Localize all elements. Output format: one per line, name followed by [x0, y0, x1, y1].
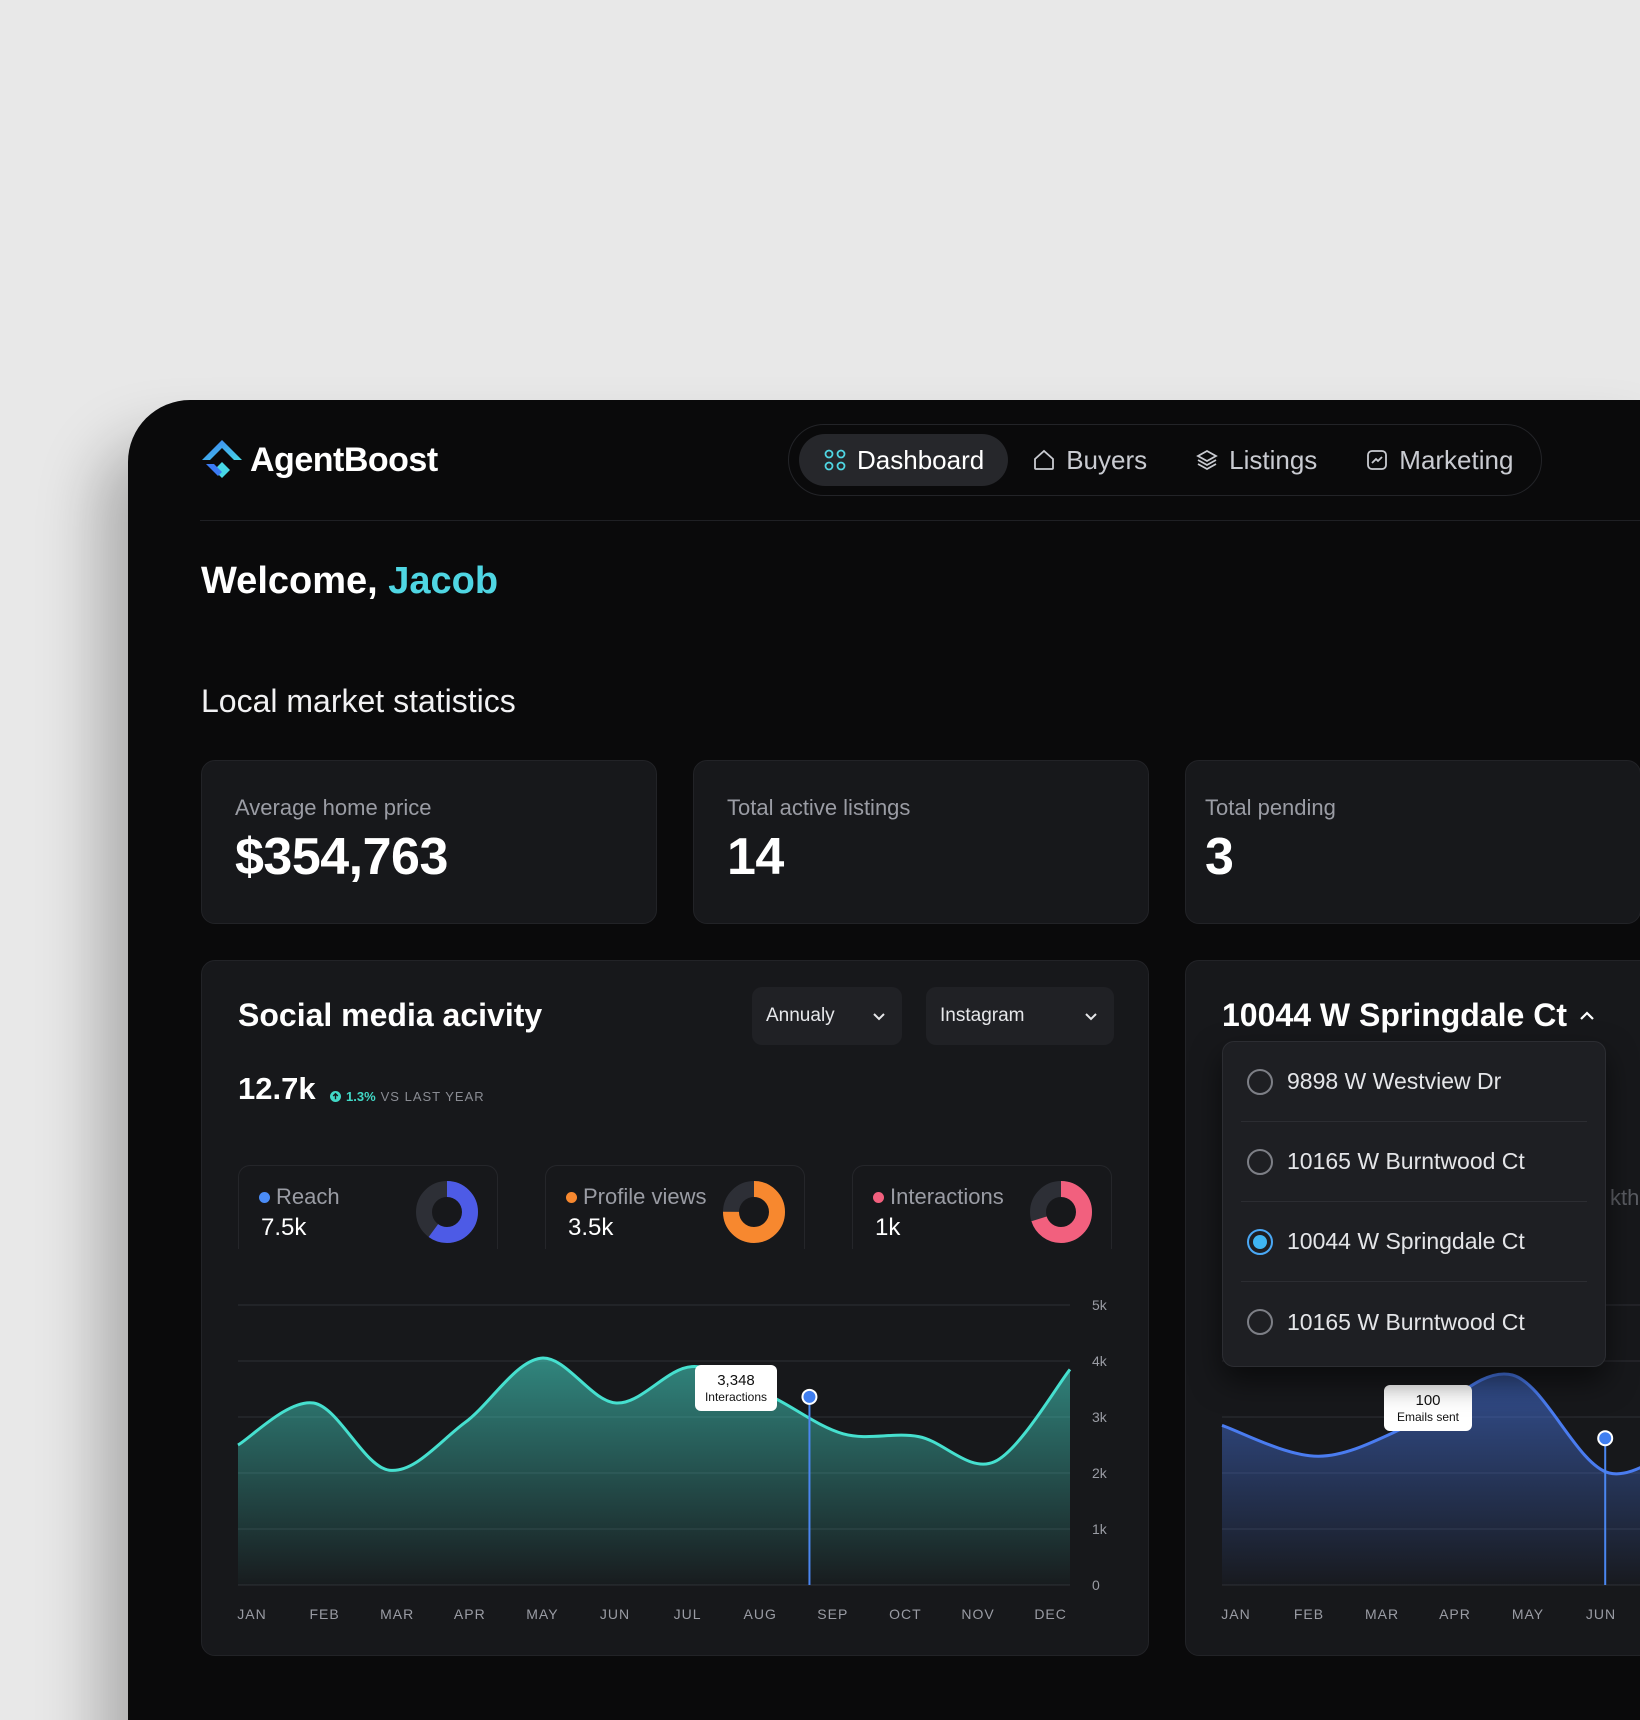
x-tick-label: APR [1439, 1606, 1471, 1622]
radio-button[interactable] [1247, 1148, 1273, 1175]
nav-dashboard[interactable]: Dashboard [799, 434, 1009, 486]
grid-icon [824, 449, 846, 471]
listing-panel: JANFEBMARAPRMAYJUN 100 Emails sent kthr … [1185, 960, 1640, 1656]
y-tick-label: 2k [1092, 1465, 1108, 1481]
stat-card-total-pending: Total pending 3 [1185, 760, 1640, 924]
app-window: AgentBoost Dashboard Buyers Listings Mar… [128, 400, 1640, 1720]
nav-buyers[interactable]: Buyers [1008, 434, 1171, 486]
tooltip-label: Emails sent [1396, 1410, 1460, 1424]
user-name: Jacob [388, 560, 499, 602]
app-name: AgentBoost [250, 440, 438, 479]
x-tick-label: MAY [1512, 1606, 1544, 1622]
section-title: Local market statistics [201, 683, 516, 719]
y-tick-label: 1k [1092, 1521, 1108, 1537]
listing-title: 10044 W Springdale Ct [1222, 997, 1567, 1033]
option-label: 10165 W Burntwood Ct [1287, 1308, 1525, 1335]
radio-button[interactable] [1247, 1068, 1273, 1095]
nav-listings-label: Listings [1229, 444, 1318, 475]
listing-option[interactable]: 10165 W Burntwood Ct [1241, 1122, 1587, 1202]
stat-value: 14 [727, 828, 784, 886]
social-activity-chart: 0 1k 2k 3k 4k 5k JAN FEB MAR APR MAY JUN JUL AUG SEP OC… [237, 1297, 1108, 1622]
x-tick-label: NOV [961, 1606, 994, 1622]
x-tick-label: FEB [1294, 1606, 1324, 1622]
x-tick-label: JUL [674, 1606, 702, 1622]
highlight-point[interactable] [801, 1388, 818, 1405]
chevron-up-icon [1580, 1010, 1594, 1020]
radio-button-selected[interactable] [1247, 1228, 1273, 1255]
listing-option[interactable]: 10044 W Springdale Ct [1241, 1202, 1587, 1282]
option-label: 10165 W Burntwood Ct [1287, 1148, 1525, 1174]
nav-dashboard-label: Dashboard [857, 444, 985, 475]
social-media-panel: Social media acivity Annualy Instagram 1… [201, 960, 1149, 1656]
x-tick-label: FEB [309, 1606, 339, 1622]
tooltip-label: Interactions [704, 1390, 768, 1404]
x-tick-label: JAN [1221, 1606, 1250, 1622]
logo[interactable]: AgentBoost [200, 438, 438, 482]
x-tick-label: MAR [1365, 1606, 1399, 1622]
stat-card-average-price: Average home price $354,763 [201, 760, 657, 924]
chart-tooltip: 3,348 Interactions [695, 1365, 777, 1412]
y-tick-label: 5k [1092, 1297, 1108, 1313]
x-tick-label: OCT [889, 1606, 922, 1622]
stat-card-active-listings: Total active listings 14 [693, 760, 1149, 924]
nav-marketing[interactable]: Marketing [1341, 434, 1537, 486]
home-icon [1034, 449, 1055, 470]
stat-label: Total active listings [727, 795, 911, 820]
x-tick-label: MAY [526, 1606, 558, 1622]
welcome-heading: Welcome, Jacob [201, 560, 498, 603]
y-tick-label: 4k [1092, 1353, 1108, 1369]
stat-value: $354,763 [235, 828, 448, 886]
stat-label: Average home price [235, 795, 432, 820]
nav-marketing-label: Marketing [1399, 444, 1514, 475]
option-label: 9898 W Westview Dr [1287, 1068, 1502, 1094]
x-tick-label: JAN [237, 1606, 266, 1622]
hidden-text: kthr [1610, 1185, 1640, 1210]
radio-button[interactable] [1247, 1309, 1273, 1335]
listing-option[interactable]: 9898 W Westview Dr [1241, 1042, 1587, 1122]
nav-buyers-label: Buyers [1066, 444, 1148, 475]
x-tick-label: SEP [817, 1606, 848, 1622]
option-label: 10044 W Springdale Ct [1287, 1228, 1525, 1254]
x-tick-label: APR [454, 1606, 486, 1622]
x-tick-label: MAR [380, 1606, 414, 1622]
x-tick-label: AUG [744, 1606, 777, 1622]
tooltip-value: 3,348 [717, 1372, 755, 1389]
logo-icon [202, 440, 242, 478]
main-nav: Dashboard Buyers Listings Marketing [788, 424, 1542, 496]
stat-value: 3 [1205, 828, 1234, 886]
listing-dropdown-menu: 9898 W Westview Dr 10165 W Burntwood Ct … [1222, 1041, 1606, 1367]
highlight-point[interactable] [1597, 1430, 1614, 1447]
welcome-prefix: Welcome, [201, 560, 389, 602]
y-tick-label: 0 [1092, 1577, 1100, 1593]
stat-label: Total pending [1205, 795, 1336, 820]
chart-tooltip: 100 Emails sent [1384, 1385, 1472, 1432]
tooltip-value: 100 [1415, 1392, 1441, 1409]
y-tick-label: 3k [1092, 1409, 1108, 1425]
trend-chart-icon [1367, 450, 1388, 470]
header-divider [200, 520, 1640, 521]
x-tick-label: JUN [600, 1606, 630, 1622]
nav-listings[interactable]: Listings [1171, 434, 1341, 486]
x-tick-label: DEC [1034, 1606, 1067, 1622]
listing-selector[interactable]: 10044 W Springdale Ct [1222, 997, 1597, 1034]
series-area [238, 1358, 1070, 1585]
listing-option[interactable]: 10165 W Burntwood Ct [1241, 1282, 1587, 1362]
x-tick-label: JUN [1586, 1606, 1616, 1622]
layers-icon [1196, 449, 1218, 471]
